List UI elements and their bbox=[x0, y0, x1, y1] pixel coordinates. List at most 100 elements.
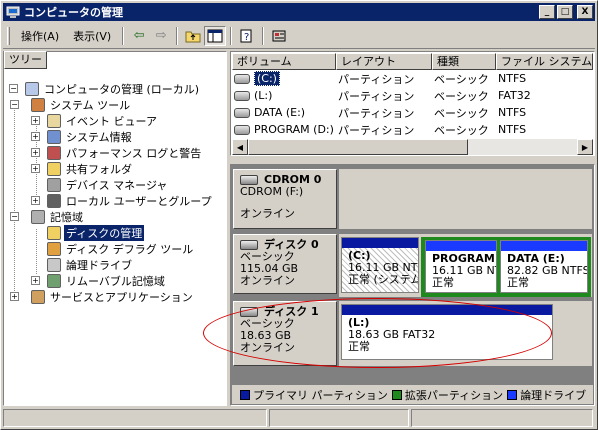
device-manager-icon bbox=[47, 178, 61, 192]
cdrom-icon bbox=[240, 175, 258, 185]
disk-icon bbox=[240, 307, 258, 317]
toolbar-separator bbox=[230, 26, 233, 45]
tree-item-computer-management[interactable]: − コンピュータの管理 (ローカル) bbox=[9, 81, 201, 97]
tree-item-event-viewer[interactable]: + イベント ビューア bbox=[31, 113, 159, 129]
tree-item-removable-storage[interactable]: + リムーバブル記憶域 bbox=[31, 273, 167, 289]
minimize-button[interactable]: _ bbox=[539, 5, 555, 19]
arrow-left-icon: ◀ bbox=[236, 142, 244, 152]
show-hide-tree-button[interactable] bbox=[204, 25, 227, 46]
show-hide-tree-icon bbox=[207, 29, 223, 42]
back-button[interactable]: ⇦ bbox=[128, 26, 150, 46]
expand-icon[interactable]: + bbox=[31, 132, 40, 141]
tree-item-device-manager[interactable]: デバイス マネージャ bbox=[31, 177, 169, 193]
list-header: ボリューム レイアウト 種類 ファイル システム bbox=[232, 53, 593, 70]
toolbar-separator bbox=[176, 26, 179, 45]
disk-0[interactable]: ディスク 0 ベーシック 115.04 GB オンライン bbox=[233, 234, 337, 294]
maximize-button[interactable]: □ bbox=[557, 5, 573, 19]
up-folder-button[interactable] bbox=[182, 26, 204, 46]
volume-c[interactable]: (C:) 16.11 GB NTFS 正常 (システム) bbox=[341, 237, 419, 293]
users-icon bbox=[47, 194, 61, 208]
close-icon: X bbox=[581, 6, 589, 17]
help-button[interactable]: ? bbox=[236, 26, 258, 46]
forward-icon: ⇨ bbox=[155, 28, 167, 43]
primary-partition-bar bbox=[342, 238, 418, 248]
expand-icon[interactable]: + bbox=[31, 148, 40, 157]
scroll-left-button[interactable]: ◀ bbox=[232, 139, 248, 155]
properties-button[interactable] bbox=[268, 26, 290, 46]
volume-icon bbox=[234, 124, 250, 135]
logical-drive-icon bbox=[47, 258, 61, 272]
column-header-layout[interactable]: レイアウト bbox=[336, 53, 432, 70]
expand-icon[interactable]: + bbox=[31, 116, 40, 125]
volume-list-pane[interactable]: ボリューム レイアウト 種類 ファイル システム (C:) パーティション ベー… bbox=[230, 51, 595, 156]
expand-icon[interactable]: + bbox=[31, 276, 40, 285]
event-viewer-icon bbox=[47, 114, 61, 128]
volume-program-d[interactable]: PROGRAM (D:) 16.11 GB NTFS 正常 bbox=[425, 240, 497, 293]
table-row[interactable]: (C:) パーティション ベーシック NTFS bbox=[232, 70, 593, 87]
tree-item-shared-folders[interactable]: + 共有フォルダ bbox=[31, 161, 134, 177]
collapse-icon[interactable]: − bbox=[10, 212, 19, 221]
menu-view[interactable]: 表示(V) bbox=[66, 26, 118, 46]
table-row[interactable]: DATA (E:) パーティション ベーシック NTFS bbox=[232, 104, 593, 121]
title-bar[interactable]: コンピュータの管理 _ □ X bbox=[3, 3, 595, 21]
expand-icon[interactable]: + bbox=[31, 196, 40, 205]
up-folder-icon bbox=[185, 31, 201, 42]
tree-item-system-tools[interactable]: − システム ツール bbox=[10, 97, 132, 113]
tree-tab[interactable]: ツリー bbox=[4, 51, 47, 69]
tree-item-system-info[interactable]: + システム情報 bbox=[31, 129, 134, 145]
computer-management-icon bbox=[6, 6, 20, 18]
scroll-thumb[interactable] bbox=[248, 139, 468, 155]
volume-icon bbox=[234, 107, 250, 118]
tree-tab-label: ツリー bbox=[9, 53, 42, 66]
tree-item-local-users[interactable]: + ローカル ユーザーとグループ bbox=[31, 193, 214, 209]
table-row[interactable]: (L:) パーティション ベーシック FAT32 bbox=[232, 87, 593, 104]
volume-data-e[interactable]: DATA (E:) 82.82 GB NTFS 正常 bbox=[500, 240, 588, 293]
tree-item-defrag[interactable]: ディスク デフラグ ツール bbox=[31, 241, 195, 257]
menu-action[interactable]: 操作(A) bbox=[14, 26, 66, 46]
toolbar-grip[interactable] bbox=[7, 26, 10, 45]
disk-1[interactable]: ディスク 1 ベーシック 18.63 GB オンライン bbox=[233, 301, 337, 366]
close-button[interactable]: X bbox=[577, 5, 593, 19]
legend: プライマリ パーティション 拡張パーティション 論理ドライブ bbox=[232, 385, 593, 404]
tree-item-disk-management[interactable]: ディスクの管理 bbox=[31, 225, 145, 241]
table-row[interactable]: PROGRAM (D:) パーティション ベーシック NTFS bbox=[232, 121, 593, 138]
disk-icon bbox=[240, 240, 258, 250]
status-cell bbox=[269, 409, 409, 427]
expand-icon[interactable]: + bbox=[10, 292, 19, 301]
expand-icon[interactable]: + bbox=[31, 164, 40, 173]
column-header-filesystem[interactable]: ファイル システム bbox=[496, 53, 593, 70]
removable-storage-icon bbox=[47, 274, 61, 288]
collapse-icon[interactable]: − bbox=[10, 100, 19, 109]
tree-item-storage[interactable]: − 記憶域 bbox=[10, 209, 85, 225]
status-bar bbox=[3, 409, 595, 427]
disk-graph-pane[interactable]: CDROM 0 CDROM (F:) オンライン ディスク 0 ベーシック 11… bbox=[230, 164, 595, 406]
defrag-icon bbox=[47, 242, 61, 256]
disk-cdrom0[interactable]: CDROM 0 CDROM (F:) オンライン bbox=[233, 169, 337, 229]
tree-item-performance-logs[interactable]: + パフォーマンス ログと警告 bbox=[31, 145, 203, 161]
collapse-icon[interactable]: − bbox=[9, 84, 18, 93]
volume-status: 正常 (システム) bbox=[348, 273, 419, 286]
disk-status: オンライン bbox=[240, 274, 295, 287]
primary-partition-bar bbox=[342, 305, 552, 315]
tree-item-services-apps[interactable]: + サービスとアプリケーション bbox=[10, 289, 195, 305]
scroll-right-button[interactable]: ▶ bbox=[577, 139, 593, 155]
computer-management-window: コンピュータの管理 _ □ X 操作(A) 表示(V) ⇦ ⇨ ? ツリー − … bbox=[0, 0, 598, 430]
tree-item-logical-drives[interactable]: 論理ドライブ bbox=[31, 257, 134, 273]
maximize-icon: □ bbox=[560, 6, 570, 17]
forward-button[interactable]: ⇨ bbox=[150, 26, 172, 46]
minimize-icon: _ bbox=[544, 6, 550, 17]
toolbar: 操作(A) 表示(V) ⇦ ⇨ ? bbox=[3, 23, 595, 49]
status-cell bbox=[411, 409, 593, 427]
legend-swatch-logical bbox=[507, 389, 518, 400]
volume-size: 18.63 GB FAT32 bbox=[348, 328, 436, 341]
column-header-volume[interactable]: ボリューム bbox=[232, 53, 336, 70]
volume-icon bbox=[234, 90, 250, 101]
volume-status: 正常 bbox=[507, 276, 529, 289]
legend-swatch-primary bbox=[240, 389, 250, 400]
services-icon bbox=[31, 290, 45, 304]
horizontal-scrollbar[interactable]: ◀ ▶ bbox=[232, 139, 593, 155]
system-tools-icon bbox=[31, 98, 45, 112]
svg-text:?: ? bbox=[244, 32, 249, 43]
volume-l[interactable]: (L:) 18.63 GB FAT32 正常 bbox=[341, 304, 553, 360]
column-header-type[interactable]: 種類 bbox=[432, 53, 496, 70]
